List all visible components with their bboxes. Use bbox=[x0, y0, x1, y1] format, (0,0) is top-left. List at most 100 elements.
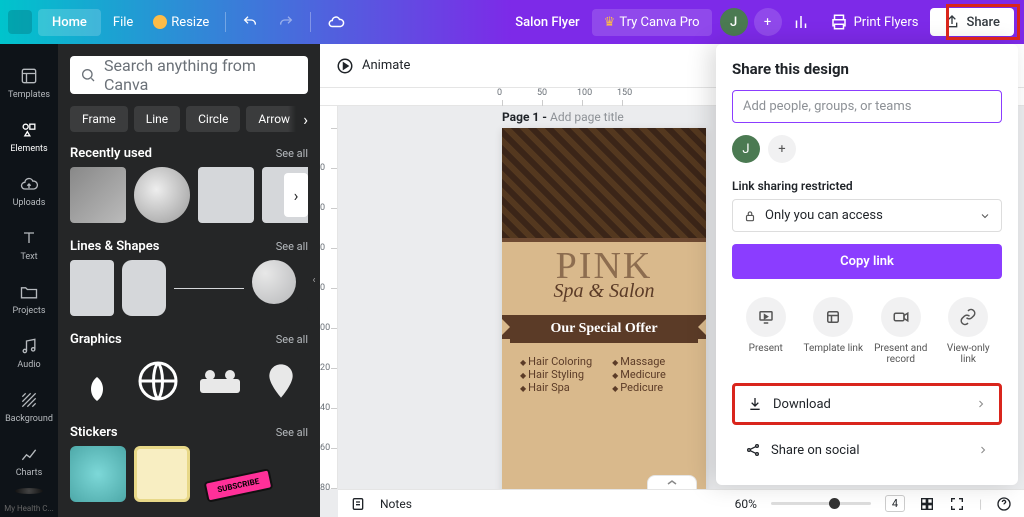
section-stickers-title: Stickers bbox=[70, 425, 118, 440]
shape-line[interactable] bbox=[174, 260, 244, 316]
share-icon bbox=[944, 14, 960, 30]
graphic-thumb[interactable] bbox=[70, 353, 124, 409]
social-icon bbox=[745, 442, 761, 458]
access-select[interactable]: Only you can access bbox=[732, 199, 1002, 232]
nav-templates[interactable]: Templates bbox=[0, 56, 58, 110]
view-only-option[interactable]: View-only link bbox=[938, 297, 998, 365]
resize-button[interactable]: Resize bbox=[145, 9, 217, 36]
element-thumb[interactable] bbox=[198, 167, 254, 223]
text-icon bbox=[19, 228, 39, 248]
nav-charts[interactable]: Charts bbox=[0, 434, 58, 488]
element-thumb[interactable] bbox=[70, 167, 126, 223]
record-icon bbox=[892, 308, 910, 326]
chips-next[interactable]: › bbox=[288, 106, 308, 132]
home-button[interactable]: Home bbox=[38, 9, 101, 36]
share-social-option[interactable]: Share on social bbox=[732, 431, 1002, 469]
design-canvas[interactable]: PINK Spa & Salon Our Special Offer Hair … bbox=[502, 128, 706, 508]
chip-circle[interactable]: Circle bbox=[186, 106, 240, 132]
fullscreen-icon[interactable] bbox=[949, 496, 965, 512]
print-button[interactable]: Print Flyers bbox=[822, 7, 927, 37]
add-member-button[interactable]: + bbox=[754, 8, 782, 36]
tray-toggle[interactable] bbox=[647, 475, 697, 489]
page-label[interactable]: Page 1 - Add page title bbox=[502, 110, 624, 124]
nav-elements[interactable]: Elements bbox=[0, 110, 58, 164]
people-input[interactable]: Add people, groups, or teams bbox=[732, 90, 1002, 123]
ruler-vertical: 0 20 40 60 80 100 120 140 160 180 bbox=[320, 106, 338, 489]
redo-button[interactable] bbox=[270, 8, 302, 36]
search-input[interactable]: Search anything from Canva bbox=[70, 56, 308, 94]
nav-text[interactable]: Text bbox=[0, 218, 58, 272]
see-all-lines[interactable]: See all bbox=[276, 240, 308, 253]
document-title[interactable]: Salon Flyer bbox=[507, 9, 587, 36]
cloud-status[interactable] bbox=[319, 7, 353, 37]
see-all-stickers[interactable]: See all bbox=[276, 426, 308, 439]
recent-row: › bbox=[70, 167, 308, 223]
flyer-hero bbox=[502, 128, 706, 238]
search-icon bbox=[80, 67, 96, 83]
nav-background[interactable]: Background bbox=[0, 380, 58, 434]
brand-logo[interactable] bbox=[15, 488, 43, 494]
share-button[interactable]: Share bbox=[930, 8, 1014, 36]
row-next[interactable]: › bbox=[284, 173, 308, 217]
element-thumb[interactable] bbox=[134, 167, 190, 223]
chevron-right-icon bbox=[975, 398, 987, 410]
graphics-row bbox=[70, 353, 308, 409]
graphic-thumb[interactable] bbox=[132, 353, 186, 409]
template-link-option[interactable]: Template link bbox=[803, 297, 863, 365]
chart-icon bbox=[792, 13, 810, 31]
flyer-services: Hair ColoringHair StylingHair Spa Massag… bbox=[502, 355, 706, 394]
zoom-slider[interactable] bbox=[771, 502, 871, 505]
chip-line[interactable]: Line bbox=[134, 106, 180, 132]
see-all-recent[interactable]: See all bbox=[276, 147, 308, 160]
animate-button[interactable]: Animate bbox=[362, 58, 410, 73]
lock-icon bbox=[743, 209, 757, 223]
search-placeholder: Search anything from Canva bbox=[104, 56, 298, 94]
see-all-graphics[interactable]: See all bbox=[276, 333, 308, 346]
stickers-row: SUBSCRIBE bbox=[70, 446, 308, 502]
printer-icon bbox=[830, 13, 848, 31]
link-icon bbox=[959, 308, 977, 326]
crown-icon bbox=[153, 15, 167, 29]
sticker-thumb[interactable] bbox=[134, 446, 190, 502]
shape-square-rounded[interactable] bbox=[122, 260, 166, 316]
elements-icon bbox=[19, 120, 39, 140]
uploads-icon bbox=[19, 174, 39, 194]
try-pro-button[interactable]: ♛Try Canva Pro bbox=[592, 9, 712, 36]
grid-view-icon[interactable] bbox=[919, 496, 935, 512]
present-record-option[interactable]: Present and record bbox=[871, 297, 931, 365]
undo-icon bbox=[242, 14, 258, 30]
help-icon[interactable] bbox=[996, 496, 1012, 512]
present-option[interactable]: Present bbox=[736, 297, 796, 365]
graphic-thumb[interactable] bbox=[193, 353, 247, 409]
canva-logo[interactable] bbox=[8, 10, 32, 34]
flyer-brand: PINK bbox=[502, 244, 706, 288]
separator bbox=[310, 12, 311, 32]
download-option[interactable]: Download bbox=[732, 383, 1002, 425]
add-people-button[interactable]: + bbox=[768, 135, 796, 163]
shape-circle[interactable] bbox=[252, 260, 296, 304]
notes-button[interactable]: Notes bbox=[380, 497, 412, 511]
page-count[interactable]: 4 bbox=[885, 495, 905, 512]
download-icon bbox=[747, 396, 763, 412]
undo-button[interactable] bbox=[234, 8, 266, 36]
user-avatar[interactable]: J bbox=[720, 8, 748, 36]
file-menu[interactable]: File bbox=[105, 9, 141, 36]
chip-frame[interactable]: Frame bbox=[70, 106, 128, 132]
nav-uploads[interactable]: Uploads bbox=[0, 164, 58, 218]
link-sharing-label: Link sharing restricted bbox=[732, 179, 1002, 193]
templates-icon bbox=[19, 66, 39, 86]
left-nav: Templates Elements Uploads Text Projects… bbox=[0, 44, 58, 517]
section-graphics-title: Graphics bbox=[70, 332, 122, 347]
nav-audio[interactable]: Audio bbox=[0, 326, 58, 380]
insights-button[interactable] bbox=[784, 7, 818, 37]
graphic-thumb[interactable] bbox=[255, 353, 309, 409]
copy-link-button[interactable]: Copy link bbox=[732, 244, 1002, 279]
zoom-value[interactable]: 60% bbox=[735, 497, 757, 511]
nav-projects[interactable]: Projects bbox=[0, 272, 58, 326]
sticker-thumb[interactable] bbox=[70, 446, 126, 502]
share-title: Share this design bbox=[732, 60, 1002, 78]
collapse-panel[interactable]: ‹ bbox=[307, 251, 320, 311]
filter-chips: Frame Line Circle Arrow Christm › bbox=[70, 106, 308, 132]
sticker-subscribe[interactable]: SUBSCRIBE bbox=[198, 446, 278, 502]
shape-square[interactable] bbox=[70, 260, 114, 316]
